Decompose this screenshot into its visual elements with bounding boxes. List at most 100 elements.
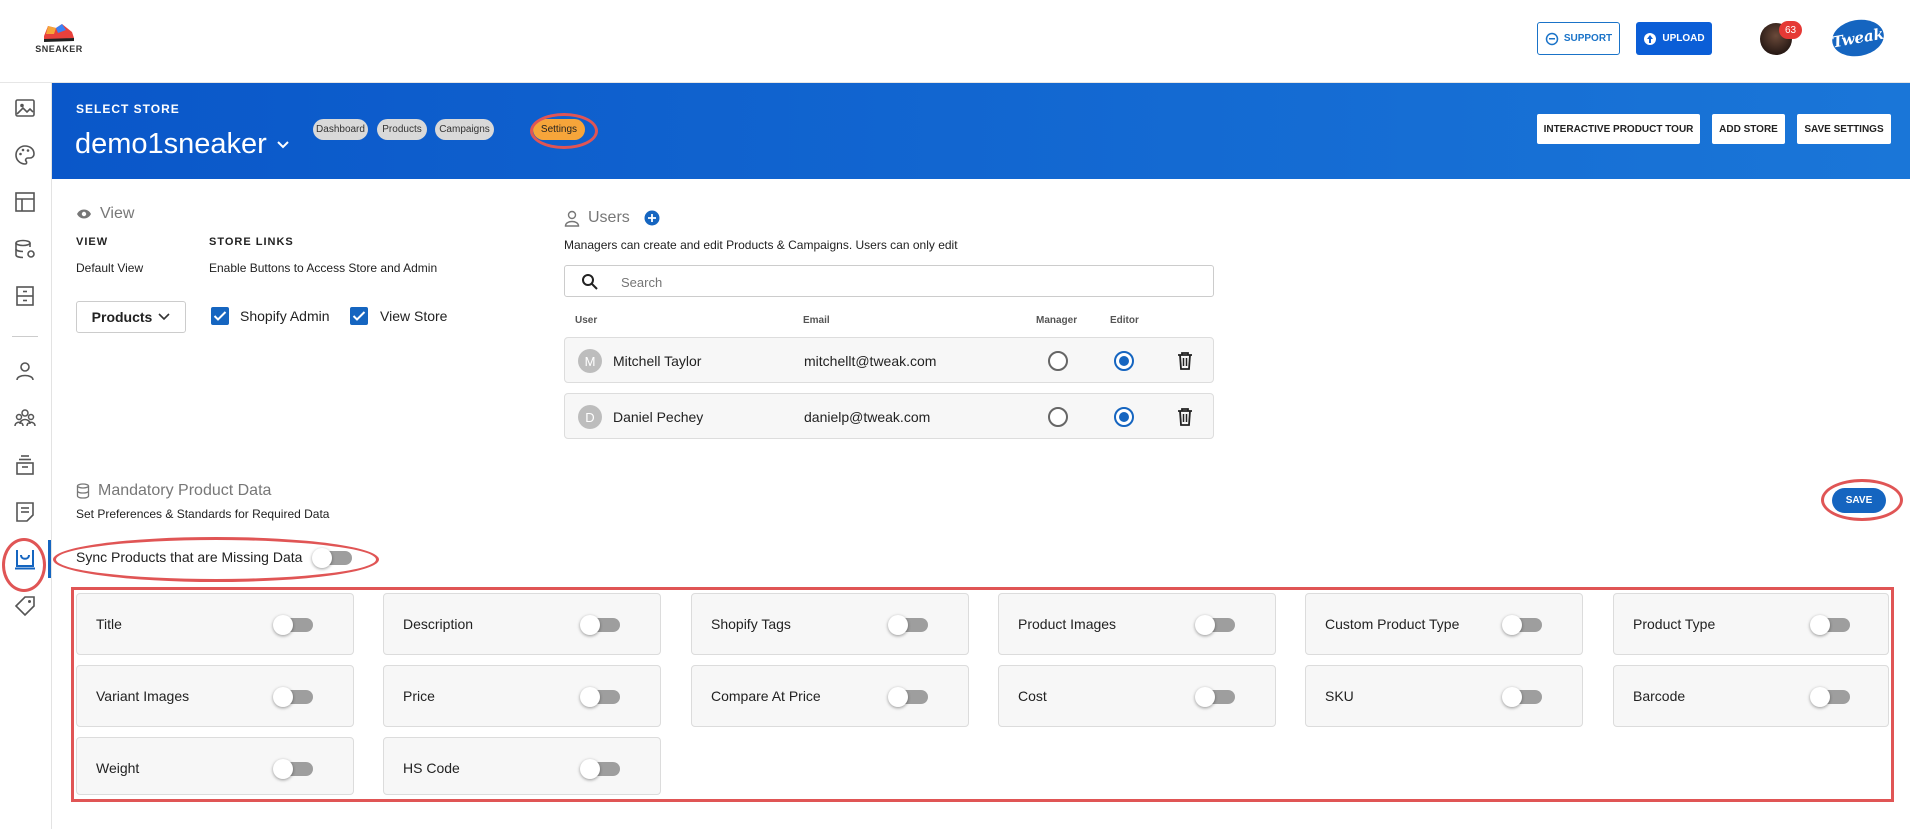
- sidebar-active-indicator: [48, 540, 51, 578]
- view-store-checkbox[interactable]: [350, 307, 368, 325]
- field-card-barcode: Barcode: [1613, 665, 1889, 727]
- store-stack-icon[interactable]: [12, 452, 38, 478]
- default-view-select[interactable]: Products: [76, 301, 186, 333]
- sneaker-icon: [44, 24, 74, 42]
- add-store-button[interactable]: ADD STORE: [1712, 114, 1785, 144]
- field-toggle[interactable]: [580, 759, 620, 779]
- store-links-label: STORE LINKS: [209, 236, 294, 248]
- shopify-admin-checkbox[interactable]: [211, 307, 229, 325]
- user-outline-icon: [564, 210, 580, 227]
- field-card-description: Description: [383, 593, 661, 655]
- save-settings-button[interactable]: SAVE SETTINGS: [1797, 114, 1891, 144]
- database-icon: [76, 483, 90, 499]
- palette-icon[interactable]: [12, 142, 38, 168]
- user-name: Mitchell Taylor: [613, 353, 702, 369]
- column-editor: Editor: [1110, 315, 1139, 326]
- chevron-down-icon[interactable]: [276, 140, 290, 150]
- user-email: mitchellt@tweak.com: [804, 353, 937, 369]
- field-label: Custom Product Type: [1325, 616, 1460, 632]
- trash-icon[interactable]: [1176, 407, 1194, 427]
- trash-icon[interactable]: [1176, 351, 1194, 371]
- notification-badge[interactable]: 63: [1779, 21, 1802, 39]
- tab-products[interactable]: Products: [377, 119, 427, 140]
- field-label: SKU: [1325, 688, 1354, 704]
- editor-radio[interactable]: [1114, 351, 1134, 371]
- notes-icon[interactable]: [12, 499, 38, 525]
- users-section-title: Users: [564, 209, 660, 227]
- tab-dashboard[interactable]: Dashboard: [313, 119, 368, 140]
- user-row: M Mitchell Taylor mitchellt@tweak.com: [564, 337, 1214, 383]
- tag-icon[interactable]: [12, 593, 38, 619]
- field-toggle[interactable]: [1502, 687, 1542, 707]
- field-card-weight: Weight: [76, 737, 354, 795]
- default-view-text: Default View: [76, 261, 144, 275]
- chevron-down-icon: [158, 313, 170, 321]
- interactive-tour-button[interactable]: INTERACTIVE PRODUCT TOUR: [1537, 114, 1700, 144]
- field-toggle[interactable]: [580, 687, 620, 707]
- field-label: Title: [96, 616, 122, 632]
- field-toggle[interactable]: [1502, 615, 1542, 635]
- field-label: Shopify Tags: [711, 616, 791, 632]
- user-search-box[interactable]: [564, 265, 1214, 297]
- check-icon: [352, 311, 366, 321]
- top-bar: SNEAKER SUPPORT UPLOAD 63 Tweak: [0, 0, 1910, 83]
- store-name[interactable]: demo1sneaker: [75, 128, 267, 161]
- field-card-variant-images: Variant Images: [76, 665, 354, 727]
- archive-icon[interactable]: [12, 283, 38, 309]
- field-toggle[interactable]: [888, 687, 928, 707]
- user-avatar-initial: M: [578, 349, 602, 373]
- field-toggle[interactable]: [1195, 687, 1235, 707]
- sync-toggle[interactable]: [312, 548, 352, 568]
- field-label: Weight: [96, 760, 140, 776]
- users-group-icon[interactable]: [12, 405, 38, 431]
- manager-radio[interactable]: [1048, 407, 1068, 427]
- tweak-logo[interactable]: Tweak: [1829, 15, 1887, 61]
- sneaker-logo[interactable]: SNEAKER: [34, 18, 84, 60]
- user-icon[interactable]: [12, 358, 38, 384]
- field-label: Cost: [1018, 688, 1047, 704]
- field-label: Description: [403, 616, 474, 632]
- user-row: D Daniel Pechey danielp@tweak.com: [564, 393, 1214, 439]
- field-card-product-images: Product Images: [998, 593, 1276, 655]
- layout-icon[interactable]: [12, 189, 38, 215]
- logo-text: SNEAKER: [35, 44, 83, 54]
- field-toggle[interactable]: [273, 687, 313, 707]
- save-button[interactable]: SAVE: [1832, 488, 1886, 513]
- user-avatar-initial: D: [578, 405, 602, 429]
- mandatory-section-title: Mandatory Product Data: [76, 482, 271, 500]
- field-toggle[interactable]: [273, 615, 313, 635]
- user-email: danielp@tweak.com: [804, 409, 931, 425]
- field-toggle[interactable]: [580, 615, 620, 635]
- search-icon: [582, 274, 598, 290]
- mandatory-title-text: Mandatory Product Data: [98, 482, 272, 499]
- manager-radio[interactable]: [1048, 351, 1068, 371]
- select-store-label: SELECT STORE: [76, 102, 180, 116]
- user-search-input[interactable]: [621, 272, 1181, 292]
- support-button[interactable]: SUPPORT: [1537, 22, 1620, 55]
- field-label: Product Images: [1018, 616, 1117, 632]
- image-icon[interactable]: [12, 95, 38, 121]
- field-label: Variant Images: [96, 688, 190, 704]
- field-label: Product Type: [1633, 616, 1716, 632]
- field-card-title: Title: [76, 593, 354, 655]
- tab-settings[interactable]: Settings: [533, 119, 585, 140]
- field-card-custom-product-type: Custom Product Type: [1305, 593, 1583, 655]
- user-name: Daniel Pechey: [613, 409, 704, 425]
- eye-icon: [77, 209, 91, 219]
- column-user: User: [575, 315, 598, 326]
- storefront-icon[interactable]: [12, 546, 38, 572]
- users-title-text: Users: [588, 209, 630, 226]
- database-settings-icon[interactable]: [12, 236, 38, 262]
- view-section-title: View: [76, 205, 134, 223]
- add-user-icon[interactable]: [644, 210, 660, 226]
- field-toggle[interactable]: [1810, 687, 1850, 707]
- field-toggle[interactable]: [1195, 615, 1235, 635]
- tab-campaigns[interactable]: Campaigns: [435, 119, 494, 140]
- editor-radio[interactable]: [1114, 407, 1134, 427]
- upload-button[interactable]: UPLOAD: [1636, 22, 1712, 55]
- field-toggle[interactable]: [273, 759, 313, 779]
- field-toggle[interactable]: [1810, 615, 1850, 635]
- field-toggle[interactable]: [888, 615, 928, 635]
- mandatory-subtitle: Set Preferences & Standards for Required…: [76, 507, 330, 521]
- sidebar: [0, 83, 52, 829]
